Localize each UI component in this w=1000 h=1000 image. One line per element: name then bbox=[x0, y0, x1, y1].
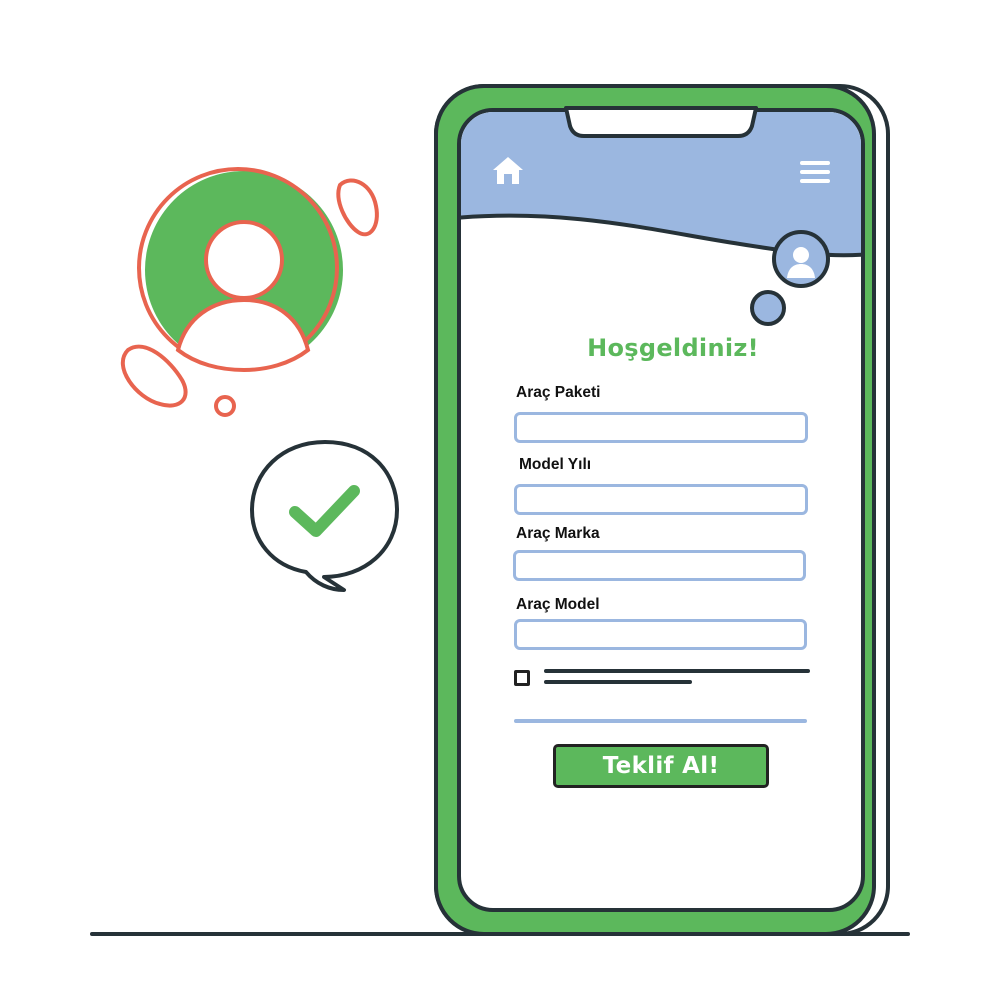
model-year-input[interactable] bbox=[514, 484, 808, 515]
hamburger-menu-icon bbox=[800, 161, 830, 183]
field-label-package: Araç Paketi bbox=[516, 384, 601, 401]
illustration bbox=[90, 84, 910, 936]
user-profile-icon bbox=[137, 167, 343, 373]
phone-notch bbox=[564, 106, 758, 138]
field-label-brand: Araç Marka bbox=[516, 525, 600, 542]
brand-input[interactable] bbox=[513, 550, 806, 581]
coral-blob-left bbox=[120, 344, 188, 408]
package-input[interactable] bbox=[514, 412, 808, 443]
menu-button[interactable] bbox=[797, 158, 833, 188]
field-label-model-year: Model Yılı bbox=[519, 456, 592, 473]
decor-blue-circle bbox=[750, 290, 786, 326]
get-quote-button[interactable]: Teklif Al! bbox=[553, 744, 769, 788]
checkmark-speech-bubble-icon bbox=[250, 440, 399, 592]
model-input[interactable] bbox=[514, 619, 807, 650]
welcome-title: Hoşgeldiniz! bbox=[587, 334, 759, 362]
coral-dot bbox=[214, 395, 236, 417]
user-avatar-icon bbox=[772, 230, 830, 288]
home-icon bbox=[493, 157, 523, 184]
field-label-model: Araç Model bbox=[516, 596, 600, 613]
user-avatar-button[interactable] bbox=[770, 228, 832, 290]
coral-blob-top bbox=[336, 178, 379, 237]
home-button[interactable] bbox=[490, 154, 526, 188]
terms-checkbox[interactable] bbox=[514, 670, 530, 686]
